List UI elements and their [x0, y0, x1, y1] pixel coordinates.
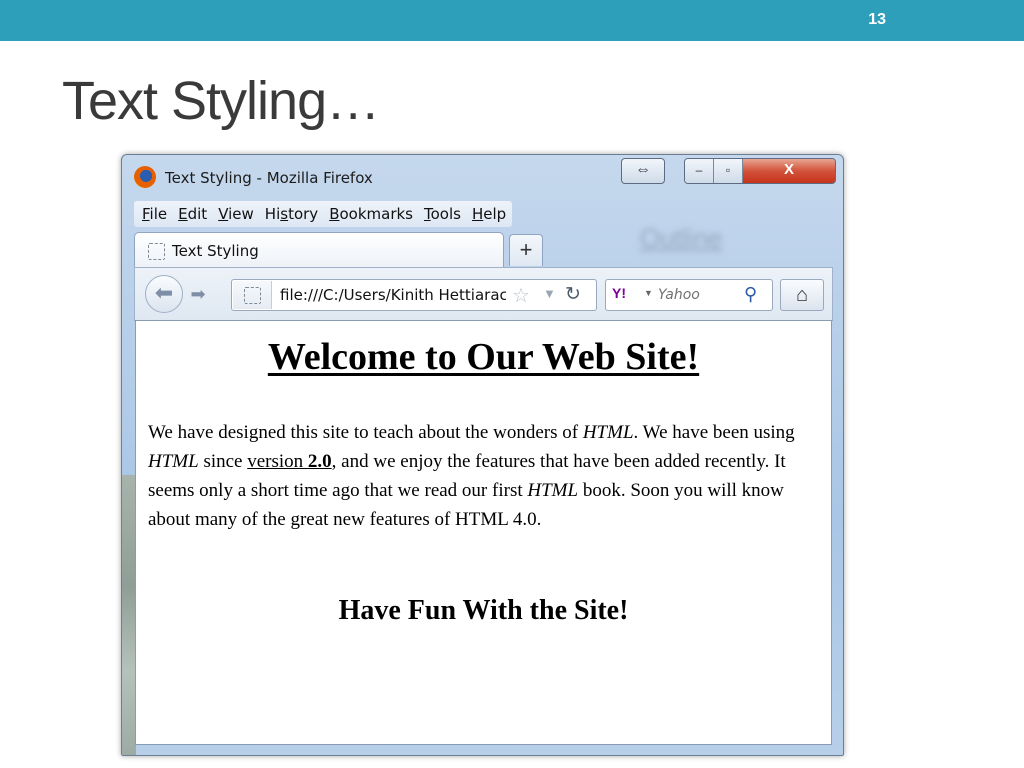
back-forward-group: ⬅ ➡ — [145, 275, 223, 313]
maximize-button[interactable]: ▫ — [714, 159, 743, 183]
page-subheading: Have Fun With the Site! — [338, 595, 629, 626]
menu-tools[interactable]: Tools — [424, 205, 461, 223]
menu-bookmarks[interactable]: Bookmarks — [329, 205, 413, 223]
close-button[interactable]: X — [743, 159, 835, 183]
slide-title: Text Styling… — [62, 71, 380, 131]
slide: 13 Text Styling… Text Styling - Mozilla … — [0, 0, 1024, 768]
bookmark-star-icon[interactable]: ☆ — [512, 283, 530, 308]
tab-text-styling[interactable]: Text Styling — [134, 232, 504, 268]
new-tab-button[interactable]: + — [509, 234, 543, 266]
window-title: Text Styling - Mozilla Firefox — [165, 169, 373, 187]
resize-toggle-button[interactable]: ⇔ — [621, 158, 665, 184]
url-bar[interactable]: file:///C:/Users/Kinith Hettiarachchi ☆ … — [231, 279, 597, 311]
menu-help[interactable]: Help — [472, 205, 506, 223]
menu-edit[interactable]: Edit — [178, 205, 207, 223]
tab-label: Text Styling — [172, 242, 259, 260]
background-window-text: Outline — [640, 223, 723, 253]
engine-dropdown-icon[interactable]: ▼ — [644, 288, 653, 298]
site-identity-icon[interactable] — [233, 281, 272, 309]
page-paragraph: We have designed this site to teach abou… — [148, 422, 795, 530]
menu-bar: File Edit View History Bookmarks Tools H… — [134, 201, 513, 227]
minimize-button[interactable]: – — [685, 159, 714, 183]
slide-topbar: 13 — [0, 0, 1024, 41]
navigation-toolbar: ⬅ ➡ file:///C:/Users/Kinith Hettiarachch… — [134, 267, 833, 321]
search-input[interactable]: Yahoo — [658, 287, 700, 303]
url-input[interactable]: file:///C:/Users/Kinith Hettiarachchi — [280, 286, 506, 304]
slide-number: 13 — [868, 11, 886, 28]
search-bar[interactable]: Y! ▼ Yahoo ⚲ — [605, 279, 773, 311]
forward-arrow-icon[interactable]: ➡ — [185, 282, 211, 306]
reload-icon[interactable]: ↻ — [565, 283, 581, 306]
page-content: Welcome to Our Web Site! We have designe… — [135, 320, 832, 745]
page-favicon-icon — [148, 243, 165, 260]
back-arrow-icon[interactable]: ⬅ — [145, 275, 183, 313]
home-button[interactable]: ⌂ — [780, 279, 824, 311]
history-dropdown-icon[interactable]: ▼ — [543, 286, 556, 301]
home-icon: ⌂ — [795, 284, 809, 306]
page-heading: Welcome to Our Web Site! — [267, 336, 700, 378]
version-link[interactable]: version 2.0 — [247, 451, 331, 472]
browser-window: Text Styling - Mozilla Firefox ⇔ – ▫ X O… — [121, 154, 844, 756]
window-frame-edge — [122, 475, 136, 755]
window-controls: – ▫ X — [684, 158, 836, 184]
menu-view[interactable]: View — [218, 205, 254, 223]
yahoo-engine-icon[interactable]: Y! — [612, 285, 626, 301]
title-bar[interactable]: Text Styling - Mozilla Firefox ⇔ – ▫ X — [122, 155, 843, 195]
menu-file[interactable]: File — [142, 205, 167, 223]
menu-history[interactable]: History — [265, 205, 318, 223]
search-icon[interactable]: ⚲ — [744, 284, 757, 305]
firefox-logo-icon — [134, 166, 156, 188]
